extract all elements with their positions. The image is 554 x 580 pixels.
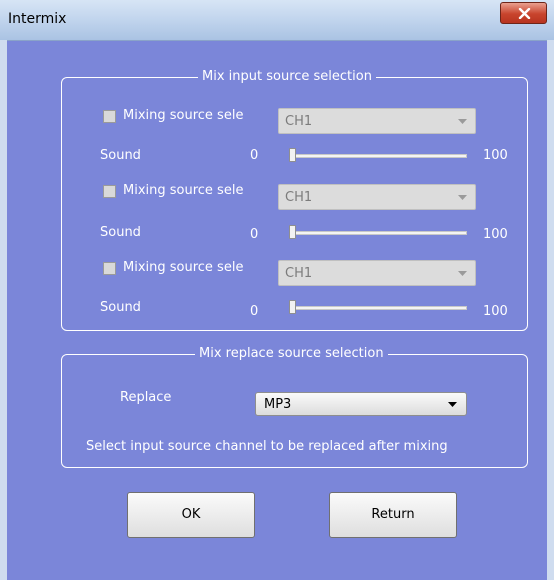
return-button[interactable]: Return xyxy=(329,492,457,538)
sound-label-3: Sound xyxy=(100,300,141,315)
replace-select[interactable]: MP3 xyxy=(255,392,467,416)
channel-select-2[interactable]: CH1 xyxy=(278,184,476,210)
channel-select-1[interactable]: CH1 xyxy=(278,108,476,134)
channel-select-value-3: CH1 xyxy=(285,266,313,281)
replace-hint: Select input source channel to be replac… xyxy=(86,439,448,454)
sound-slider-thumb-2[interactable] xyxy=(289,225,296,239)
sound-min-1: 0 xyxy=(250,148,259,163)
mix-input-group-title: Mix input source selection xyxy=(198,69,376,85)
sound-slider-track-3[interactable] xyxy=(290,306,467,310)
chevron-down-icon xyxy=(458,195,467,200)
channel-select-3[interactable]: CH1 xyxy=(278,260,476,286)
chevron-down-icon xyxy=(458,119,467,124)
dialog-client-area: Mix input source selection Mixing source… xyxy=(7,41,547,580)
sound-max-1: 100 xyxy=(483,148,508,163)
intermix-window: Intermix Mix input source selection Mixi… xyxy=(0,0,554,580)
mixing-source-checkbox-2[interactable] xyxy=(103,185,116,198)
window-frame-left xyxy=(0,40,7,580)
sound-label-1: Sound xyxy=(100,148,141,163)
sound-min-3: 0 xyxy=(250,304,259,319)
sound-slider-track-2[interactable] xyxy=(290,231,467,235)
mixing-source-checkbox-1[interactable] xyxy=(103,110,116,123)
chevron-down-icon xyxy=(458,271,467,276)
window-frame-right xyxy=(547,40,554,580)
channel-select-value-2: CH1 xyxy=(285,190,313,205)
replace-label: Replace xyxy=(120,390,172,405)
close-button[interactable] xyxy=(500,2,547,24)
sound-slider-thumb-1[interactable] xyxy=(289,148,296,162)
ok-button[interactable]: OK xyxy=(127,492,255,538)
sound-min-2: 0 xyxy=(250,227,259,242)
channel-select-value-1: CH1 xyxy=(285,114,313,129)
sound-slider-thumb-3[interactable] xyxy=(289,300,296,314)
window-title: Intermix xyxy=(8,11,67,27)
sound-label-2: Sound xyxy=(100,225,141,240)
mixing-source-label-3[interactable]: Mixing source sele xyxy=(123,260,243,276)
replace-select-value: MP3 xyxy=(264,397,292,412)
mixing-source-checkbox-3[interactable] xyxy=(103,262,116,275)
mixing-source-label-1[interactable]: Mixing source sele xyxy=(123,108,243,124)
sound-max-2: 100 xyxy=(483,227,508,242)
mix-replace-group-title: Mix replace source selection xyxy=(195,346,388,362)
chevron-down-icon xyxy=(448,402,457,407)
title-bar[interactable]: Intermix xyxy=(0,0,554,41)
mixing-source-label-2[interactable]: Mixing source sele xyxy=(123,183,243,199)
close-icon xyxy=(518,8,531,19)
sound-max-3: 100 xyxy=(483,304,508,319)
sound-slider-track-1[interactable] xyxy=(290,154,467,158)
